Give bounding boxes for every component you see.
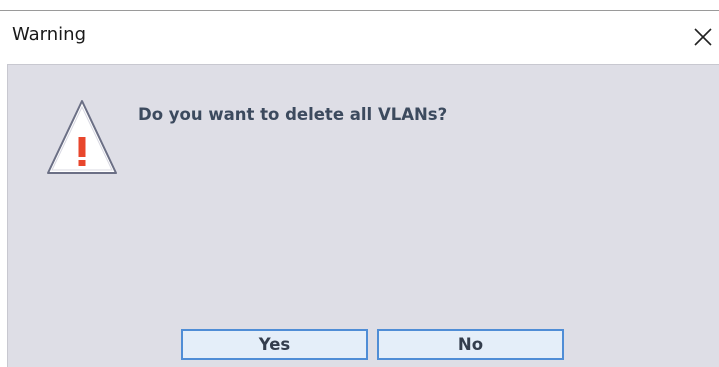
no-button[interactable]: No [377, 329, 564, 360]
dialog-body: Do you want to delete all VLANs? Yes No [7, 64, 719, 367]
warning-icon [47, 100, 117, 174]
close-icon [694, 28, 712, 46]
yes-button[interactable]: Yes [181, 329, 368, 360]
window-title: Warning [12, 24, 87, 45]
title-bar[interactable]: Warning [0, 11, 719, 64]
close-button[interactable] [684, 18, 719, 54]
dialog-message: Do you want to delete all VLANs? [138, 105, 448, 124]
warning-dialog: Warning Do you want to delete all VLANs?… [0, 0, 719, 367]
